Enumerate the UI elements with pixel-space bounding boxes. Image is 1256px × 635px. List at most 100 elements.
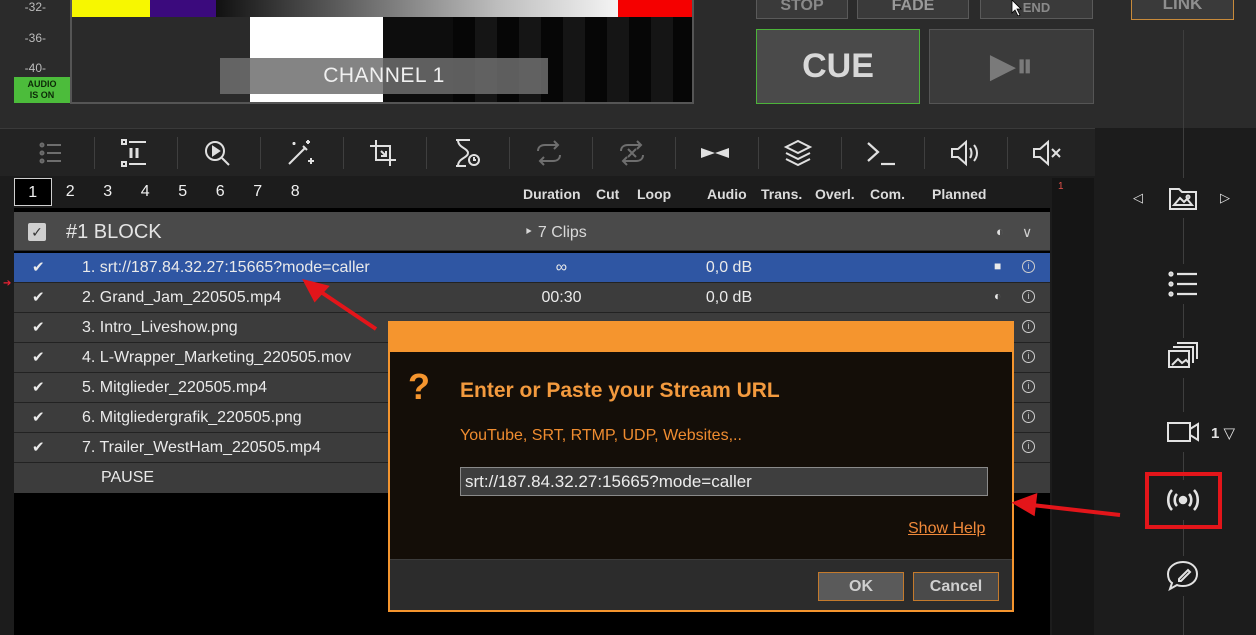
play-pause-button[interactable]: ▶⏸: [929, 29, 1094, 104]
image-folder-icon[interactable]: [1160, 178, 1206, 218]
stream-url-dialog: ? Enter or Paste your Stream URL YouTube…: [388, 321, 1014, 612]
question-icon: ?: [408, 366, 430, 407]
dialog-titlebar[interactable]: [390, 323, 1012, 352]
col-planned[interactable]: Planned: [932, 186, 986, 202]
cue-button[interactable]: CUE: [756, 29, 920, 104]
tab-1[interactable]: 1: [14, 178, 52, 206]
list-icon[interactable]: [31, 135, 71, 171]
next-icon[interactable]: ▷: [1220, 190, 1230, 206]
tab-4[interactable]: 4: [127, 178, 165, 206]
test-bar-red: [618, 0, 692, 17]
stop-button[interactable]: STOP: [756, 0, 848, 19]
search-play-icon[interactable]: [197, 135, 237, 171]
media-icon[interactable]: [1160, 338, 1206, 378]
playlist-icon[interactable]: [1160, 264, 1206, 304]
dialog-footer: OK Cancel: [390, 559, 1012, 610]
mute-icon[interactable]: [1027, 135, 1067, 171]
volume-icon[interactable]: [944, 135, 984, 171]
audio-on-badge: AUDIO IS ON: [14, 77, 70, 103]
pause-list-icon[interactable]: [114, 135, 154, 171]
block-clip-count: ‣ 7 Clips: [524, 224, 587, 241]
db-mark: -36-: [24, 31, 46, 45]
stream-url-input[interactable]: [460, 467, 988, 496]
camera-icon[interactable]: [1160, 412, 1206, 452]
clip-name: 2. Grand_Jam_220505.mp4: [82, 289, 282, 306]
chevron-down-icon[interactable]: ∨: [1022, 224, 1032, 241]
col-cut[interactable]: Cut: [596, 186, 619, 202]
clip-name: 4. L-Wrapper_Marketing_220505.mov: [82, 349, 352, 366]
tab-2[interactable]: 2: [52, 178, 90, 206]
show-help-link[interactable]: Show Help: [908, 520, 985, 538]
clip-audio: 0,0 dB: [705, 259, 753, 276]
playlist-toolbar: [0, 128, 1095, 176]
loop-icon[interactable]: [529, 135, 569, 171]
check-icon[interactable]: ✔: [32, 348, 45, 366]
tab-8[interactable]: 8: [277, 178, 315, 206]
timeline-marker: 1: [1058, 181, 1064, 192]
clip-name: 3. Intro_Liveshow.png: [82, 319, 238, 336]
info-icon[interactable]: i: [1022, 290, 1035, 303]
clip-duration: ∞: [555, 259, 568, 276]
col-trans[interactable]: Trans.: [761, 186, 802, 202]
check-icon[interactable]: ✔: [32, 318, 45, 336]
col-duration[interactable]: Duration: [523, 186, 581, 202]
info-icon[interactable]: i: [1022, 320, 1035, 333]
check-icon[interactable]: ✔: [32, 438, 45, 456]
test-bar-gradient: [216, 0, 618, 17]
block-header[interactable]: ✓ #1 BLOCK ‣ 7 Clips ◐ ∨: [14, 212, 1050, 251]
col-overl[interactable]: Overl.: [815, 186, 855, 202]
planned-icon: ■: [994, 259, 1002, 273]
info-icon[interactable]: i: [1022, 410, 1035, 423]
loop-off-icon[interactable]: [612, 135, 652, 171]
link-button[interactable]: LINK: [1131, 0, 1234, 20]
table-row[interactable]: ✔ 1. srt://187.84.32.27:15665?mode=calle…: [14, 253, 1050, 283]
hourglass-icon[interactable]: [446, 135, 486, 171]
command-icon[interactable]: [861, 135, 901, 171]
cancel-button[interactable]: Cancel: [913, 572, 999, 601]
col-com[interactable]: Com.: [870, 186, 905, 202]
table-row[interactable]: ✔ 2. Grand_Jam_220505.mp4 00:30 0,0 dB ◐…: [14, 283, 1050, 313]
tab-7[interactable]: 7: [239, 178, 277, 206]
top-area: -32- -36- -40- AUDIO IS ON CHANNEL 1 STO…: [0, 0, 1256, 128]
transition-icon[interactable]: [695, 135, 735, 171]
half-circle-icon: ◐: [996, 224, 1004, 239]
play-marker-icon: ➔: [3, 278, 12, 289]
channel-preview: CHANNEL 1: [70, 0, 694, 104]
tab-6[interactable]: 6: [202, 178, 240, 206]
col-audio[interactable]: Audio: [707, 186, 747, 202]
db-mark: -32-: [24, 0, 46, 14]
camera-number[interactable]: 1 ▽: [1211, 424, 1235, 442]
timeline-strip: 1: [1052, 178, 1094, 635]
check-icon[interactable]: ✔: [32, 408, 45, 426]
clip-name: 5. Mitglieder_220505.mp4: [82, 379, 268, 396]
check-icon[interactable]: ✔: [32, 258, 45, 276]
stream-highlight: [1145, 472, 1222, 529]
tab-3[interactable]: 3: [89, 178, 127, 206]
clip-name: 1. srt://187.84.32.27:15665?mode=caller: [82, 259, 370, 276]
test-bar-purple: [150, 0, 216, 17]
channel-tabs: 1 2 3 4 5 6 7 8: [14, 178, 314, 206]
end-button[interactable]: END: [980, 0, 1093, 19]
info-icon[interactable]: i: [1022, 440, 1035, 453]
info-icon[interactable]: i: [1022, 350, 1035, 363]
info-icon[interactable]: i: [1022, 380, 1035, 393]
planned-icon: ◐: [994, 289, 1002, 303]
test-bar-yellow: [72, 0, 150, 17]
layers-icon[interactable]: [778, 135, 818, 171]
magic-wand-icon[interactable]: [280, 135, 320, 171]
ok-button[interactable]: OK: [818, 572, 904, 601]
block-checkbox[interactable]: ✓: [28, 223, 46, 241]
sidebar-divider: [1183, 30, 1184, 635]
crop-icon[interactable]: [363, 135, 403, 171]
check-icon[interactable]: ✔: [32, 378, 45, 396]
channel-label: CHANNEL 1: [220, 58, 548, 94]
clip-audio: 0,0 dB: [705, 289, 753, 306]
chat-icon[interactable]: [1160, 556, 1206, 596]
prev-icon[interactable]: ◁: [1133, 190, 1143, 206]
info-icon[interactable]: i: [1022, 260, 1035, 273]
fade-button[interactable]: FADE: [857, 0, 969, 19]
tab-5[interactable]: 5: [164, 178, 202, 206]
block-title: #1 BLOCK: [66, 221, 162, 243]
col-loop[interactable]: Loop: [637, 186, 671, 202]
check-icon[interactable]: ✔: [32, 288, 45, 306]
